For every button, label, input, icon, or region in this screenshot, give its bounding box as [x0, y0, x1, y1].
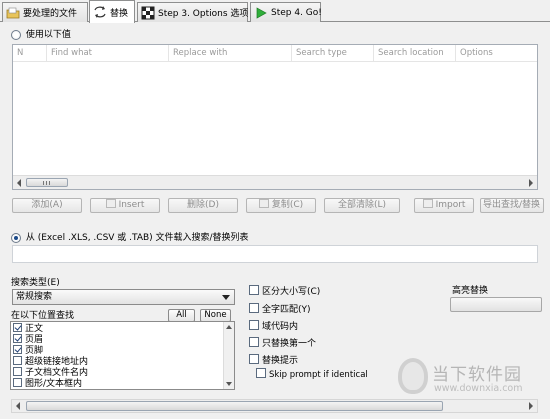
match-case-checkbox[interactable] [249, 285, 259, 295]
scroll-thumb[interactable] [26, 401, 443, 411]
field-codes-option[interactable]: 域代码内 [249, 320, 298, 332]
location-item-shapes[interactable]: 图形/文本框内 [13, 378, 82, 389]
folder-icon [6, 6, 20, 20]
column-search-location[interactable]: Search location [374, 45, 456, 62]
import-button[interactable]: Import [414, 198, 474, 213]
scroll-thumb[interactable] [26, 178, 68, 187]
load-from-file-radio[interactable] [11, 232, 21, 243]
use-values-radio[interactable] [11, 29, 21, 40]
search-location-list[interactable]: 正文 页眉 页脚 超级链接地址内 子文档文件名内 图形/文本框内 [10, 321, 235, 390]
scroll-left-icon[interactable] [16, 402, 20, 410]
file-path-input[interactable] [12, 245, 538, 263]
export-button[interactable]: 导出查找/替换 [480, 198, 544, 213]
whole-word-checkbox[interactable] [249, 303, 259, 313]
load-from-file-option[interactable]: 从 (Excel .XLS, .CSV 或 .TAB) 文件载入搜索/替换列表 [11, 232, 249, 244]
replace-list[interactable]: N Find what Replace with Search type Sea… [12, 44, 538, 190]
checkbox[interactable] [13, 345, 22, 354]
match-case-option[interactable]: 区分大小写(C) [249, 285, 320, 297]
location-item-hyperlinks[interactable]: 超级链接地址内 [13, 356, 88, 367]
column-find-what[interactable]: Find what [47, 45, 169, 62]
tab-replace-label: 替换 [110, 8, 129, 19]
tab-replace[interactable]: 替换 [89, 0, 135, 23]
scroll-down-icon[interactable] [226, 382, 232, 386]
checkbox[interactable] [13, 334, 22, 343]
watermark-logo-icon [398, 358, 428, 394]
checkbox[interactable] [13, 356, 22, 365]
checkbox[interactable] [13, 323, 22, 332]
scroll-up-icon[interactable] [226, 325, 232, 329]
replace-list-scrollbar[interactable] [13, 175, 537, 189]
delete-button[interactable]: 删除(D) [168, 198, 238, 213]
watermark-text: 当下软件园 [432, 365, 522, 385]
column-n[interactable]: N [13, 45, 47, 62]
load-from-file-label: 从 (Excel .XLS, .CSV 或 .TAB) 文件载入搜索/替换列表 [25, 233, 249, 243]
play-icon [254, 6, 268, 20]
replace-list-header: N Find what Replace with Search type Sea… [13, 45, 537, 62]
tab-options-label: Step 3. Options 选项 [158, 9, 249, 19]
options-grid-icon [141, 6, 155, 20]
insert-icon [105, 199, 116, 208]
highlight-color-button[interactable] [450, 297, 542, 312]
scroll-left-icon[interactable] [17, 179, 21, 187]
search-type-label: 搜索类型(E) [11, 278, 60, 288]
use-values-option[interactable]: 使用以下值 [11, 29, 71, 41]
highlight-label: 高亮替换 [452, 286, 489, 296]
location-list-scrollbar[interactable] [223, 322, 234, 389]
field-codes-checkbox[interactable] [249, 320, 259, 330]
column-replace-with[interactable]: Replace with [169, 45, 292, 62]
watermark-url: www.downxia.com [434, 383, 523, 394]
chevron-down-icon[interactable] [222, 295, 230, 300]
tab-files[interactable]: 要处理的文件 [2, 2, 88, 22]
search-type-select[interactable]: 常规搜索 [12, 289, 235, 305]
insert-button[interactable]: Insert [90, 198, 160, 213]
checkbox[interactable] [13, 367, 22, 376]
copy-button[interactable]: 复制(C) [246, 198, 316, 213]
tab-go-label: Step 4. Go! [271, 7, 322, 18]
tab-bar: 要处理的文件 替换 Step 3. Options 选项 Step 4. Go! [0, 0, 550, 23]
tab-go[interactable]: Step 4. Go! [250, 2, 322, 22]
replace-arrows-icon [93, 5, 107, 19]
copy-icon [258, 199, 269, 208]
whole-word-option[interactable]: 全字匹配(Y) [249, 303, 311, 315]
import-icon [422, 199, 433, 208]
column-search-type[interactable]: Search type [292, 45, 374, 62]
column-options[interactable]: Options [456, 45, 538, 62]
tab-options[interactable]: Step 3. Options 选项 [137, 2, 248, 22]
location-item-header[interactable]: 页眉 [13, 334, 43, 345]
location-item-subdocs[interactable]: 子文档文件名内 [13, 367, 88, 378]
use-values-label: 使用以下值 [25, 30, 71, 40]
location-item-body[interactable]: 正文 [13, 323, 43, 334]
add-button[interactable]: 添加(A) [12, 198, 82, 213]
first-only-option[interactable]: 只替换第一个 [249, 337, 316, 349]
location-item-footer[interactable]: 页脚 [13, 345, 43, 356]
tab-files-label: 要处理的文件 [23, 9, 78, 19]
scroll-right-icon[interactable] [529, 179, 533, 187]
skip-prompt-option[interactable]: Skip prompt if identical [256, 368, 368, 380]
search-type-value: 常规搜索 [16, 292, 53, 302]
watermark: 当下软件园 www.downxia.com [398, 356, 548, 404]
prompt-option[interactable]: 替换提示 [249, 354, 298, 366]
prompt-checkbox[interactable] [249, 354, 259, 364]
checkbox[interactable] [13, 378, 22, 387]
first-only-checkbox[interactable] [249, 337, 259, 347]
clear-all-button[interactable]: 全部清除(L) [324, 198, 400, 213]
skip-prompt-checkbox[interactable] [256, 368, 266, 378]
